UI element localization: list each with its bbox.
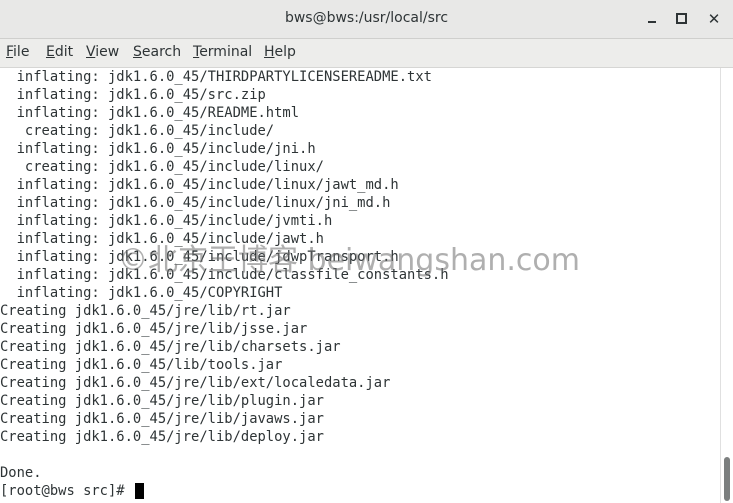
- minimize-button[interactable]: [641, 8, 663, 30]
- window-title: bws@bws:/usr/local/src: [284, 10, 449, 26]
- terminal-line: Creating jdk1.6.0_45/jre/lib/deploy.jar: [0, 429, 324, 445]
- menu-bar: File Edit View Search Terminal Help: [0, 39, 733, 68]
- terminal-line: inflating: jdk1.6.0_45/include/jvmti.h: [0, 213, 333, 229]
- terminal-line: inflating: jdk1.6.0_45/include/linux/jni…: [0, 195, 391, 211]
- maximize-icon: [675, 13, 687, 24]
- text-cursor: [134, 483, 144, 499]
- vertical-scrollbar[interactable]: [720, 68, 733, 503]
- terminal-line: inflating: jdk1.6.0_45/THIRDPARTYLICENSE…: [0, 69, 432, 85]
- terminal-line: creating: jdk1.6.0_45/include/: [0, 123, 275, 139]
- menu-edit[interactable]: Edit: [46, 44, 73, 60]
- terminal-line: Creating jdk1.6.0_45/jre/lib/charsets.ja…: [0, 339, 341, 355]
- terminal-line: Done.: [0, 465, 42, 481]
- terminal-window: bws@bws:/usr/local/src ✕ File Edit View …: [0, 0, 733, 503]
- terminal-output[interactable]: inflating: jdk1.6.0_45/THIRDPARTYLICENSE…: [0, 68, 720, 503]
- terminal-line: Creating jdk1.6.0_45/jre/lib/plugin.jar: [0, 393, 324, 409]
- prompt-line[interactable]: [root@bws src]#: [0, 482, 144, 500]
- terminal-line: Creating jdk1.6.0_45/jre/lib/ext/localed…: [0, 375, 391, 391]
- terminal-line: creating: jdk1.6.0_45/include/linux/: [0, 159, 324, 175]
- terminal-line: Creating jdk1.6.0_45/jre/lib/rt.jar: [0, 303, 291, 319]
- terminal-line: inflating: jdk1.6.0_45/include/jdwpTrans…: [0, 249, 399, 265]
- terminal-line: inflating: jdk1.6.0_45/COPYRIGHT: [0, 285, 283, 301]
- minimize-icon: [648, 20, 656, 23]
- terminal-line: inflating: jdk1.6.0_45/README.html: [0, 105, 300, 121]
- menu-terminal[interactable]: Terminal: [193, 44, 252, 60]
- terminal-line: Creating jdk1.6.0_45/lib/tools.jar: [0, 357, 283, 373]
- shell-prompt: [root@bws src]#: [0, 483, 133, 499]
- menu-search[interactable]: Search: [133, 44, 181, 60]
- terminal-line: Creating jdk1.6.0_45/jre/lib/jsse.jar: [0, 321, 308, 337]
- maximize-button[interactable]: [670, 8, 692, 30]
- terminal-line: inflating: jdk1.6.0_45/include/jni.h: [0, 141, 316, 157]
- menu-view[interactable]: View: [86, 44, 119, 60]
- close-button[interactable]: ✕: [703, 8, 725, 30]
- menu-file[interactable]: File: [6, 44, 29, 60]
- terminal-line: Creating jdk1.6.0_45/jre/lib/javaws.jar: [0, 411, 324, 427]
- menu-help[interactable]: Help: [264, 44, 296, 60]
- terminal-line: inflating: jdk1.6.0_45/src.zip: [0, 87, 266, 103]
- scrollbar-thumb[interactable]: [724, 457, 730, 501]
- title-bar[interactable]: bws@bws:/usr/local/src ✕: [0, 0, 733, 39]
- terminal-line: inflating: jdk1.6.0_45/include/linux/jaw…: [0, 177, 399, 193]
- terminal-line: inflating: jdk1.6.0_45/include/classfile…: [0, 267, 449, 283]
- terminal-line: inflating: jdk1.6.0_45/include/jawt.h: [0, 231, 324, 247]
- close-icon: ✕: [707, 10, 721, 28]
